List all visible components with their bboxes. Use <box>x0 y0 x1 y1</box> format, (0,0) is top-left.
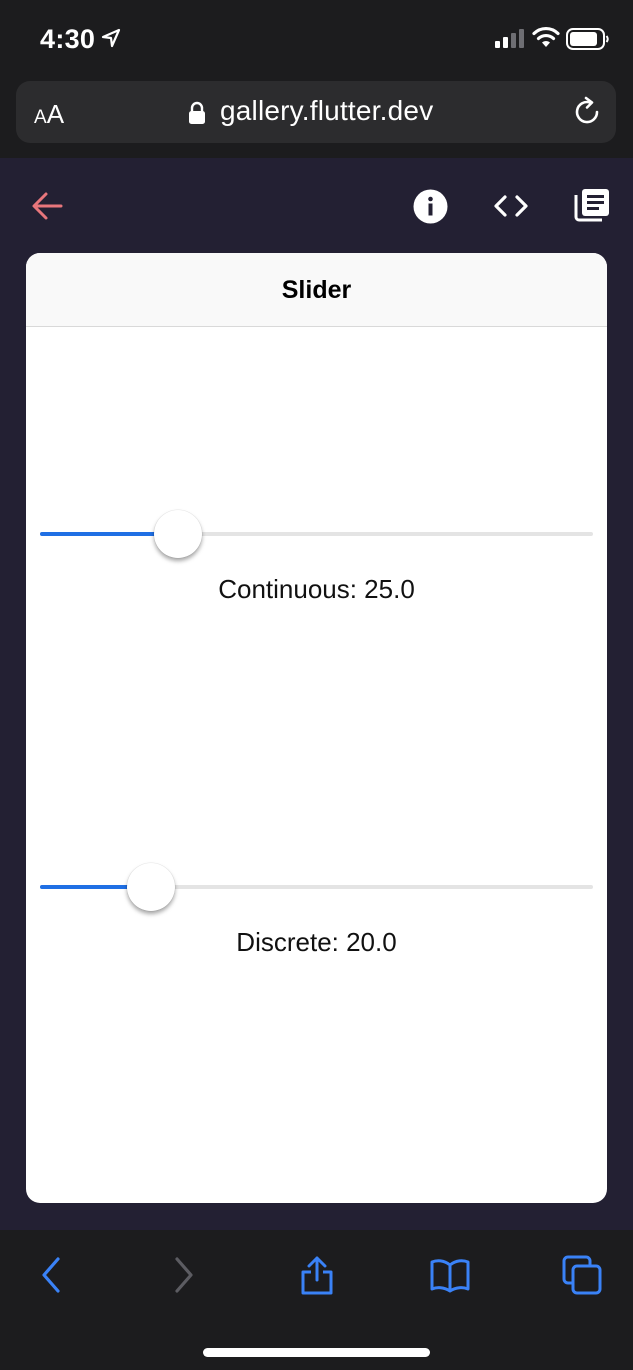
back-icon[interactable] <box>32 1255 72 1295</box>
library-icon[interactable] <box>574 187 610 223</box>
text-size-large-glyph: A <box>46 99 65 129</box>
code-icon[interactable] <box>493 191 529 221</box>
info-icon[interactable] <box>413 189 448 224</box>
slider-thumb[interactable] <box>154 510 203 558</box>
continuous-slider-label: Continuous: 25.0 <box>218 574 415 604</box>
text-size-small-glyph: A <box>34 107 47 128</box>
url-text[interactable]: gallery.flutter.dev <box>220 95 433 127</box>
share-icon[interactable] <box>297 1255 337 1295</box>
slider-thumb[interactable] <box>126 863 175 911</box>
cellular-signal-icon <box>495 29 524 48</box>
status-bar: 4:30 <box>0 0 633 78</box>
app-content: Slider Continuous: 25.0 Discrete: 20.0 <box>0 158 633 1230</box>
browser-toolbar <box>0 1230 633 1370</box>
tabs-icon[interactable] <box>562 1255 602 1295</box>
text-size-button[interactable]: AA <box>34 99 64 130</box>
wifi-icon <box>532 26 560 47</box>
card-header: Slider <box>26 253 607 327</box>
forward-icon[interactable] <box>163 1255 203 1295</box>
slider-demo-card: Slider Continuous: 25.0 Discrete: 20.0 <box>26 253 607 1203</box>
back-arrow-icon[interactable] <box>30 190 64 222</box>
battery-icon <box>566 28 609 50</box>
discrete-slider[interactable] <box>40 863 593 911</box>
status-time: 4:30 <box>40 24 96 54</box>
home-indicator <box>203 1348 430 1357</box>
bookmarks-icon[interactable] <box>430 1255 470 1295</box>
lock-icon <box>189 101 205 124</box>
continuous-slider[interactable] <box>40 510 593 558</box>
address-bar[interactable]: AA gallery.flutter.dev <box>16 81 616 143</box>
page-title: Slider <box>281 276 352 304</box>
location-arrow-icon <box>101 28 121 48</box>
discrete-slider-label: Discrete: 20.0 <box>236 927 397 957</box>
browser-address-area: AA gallery.flutter.dev <box>0 78 633 158</box>
reload-icon[interactable] <box>571 96 603 128</box>
